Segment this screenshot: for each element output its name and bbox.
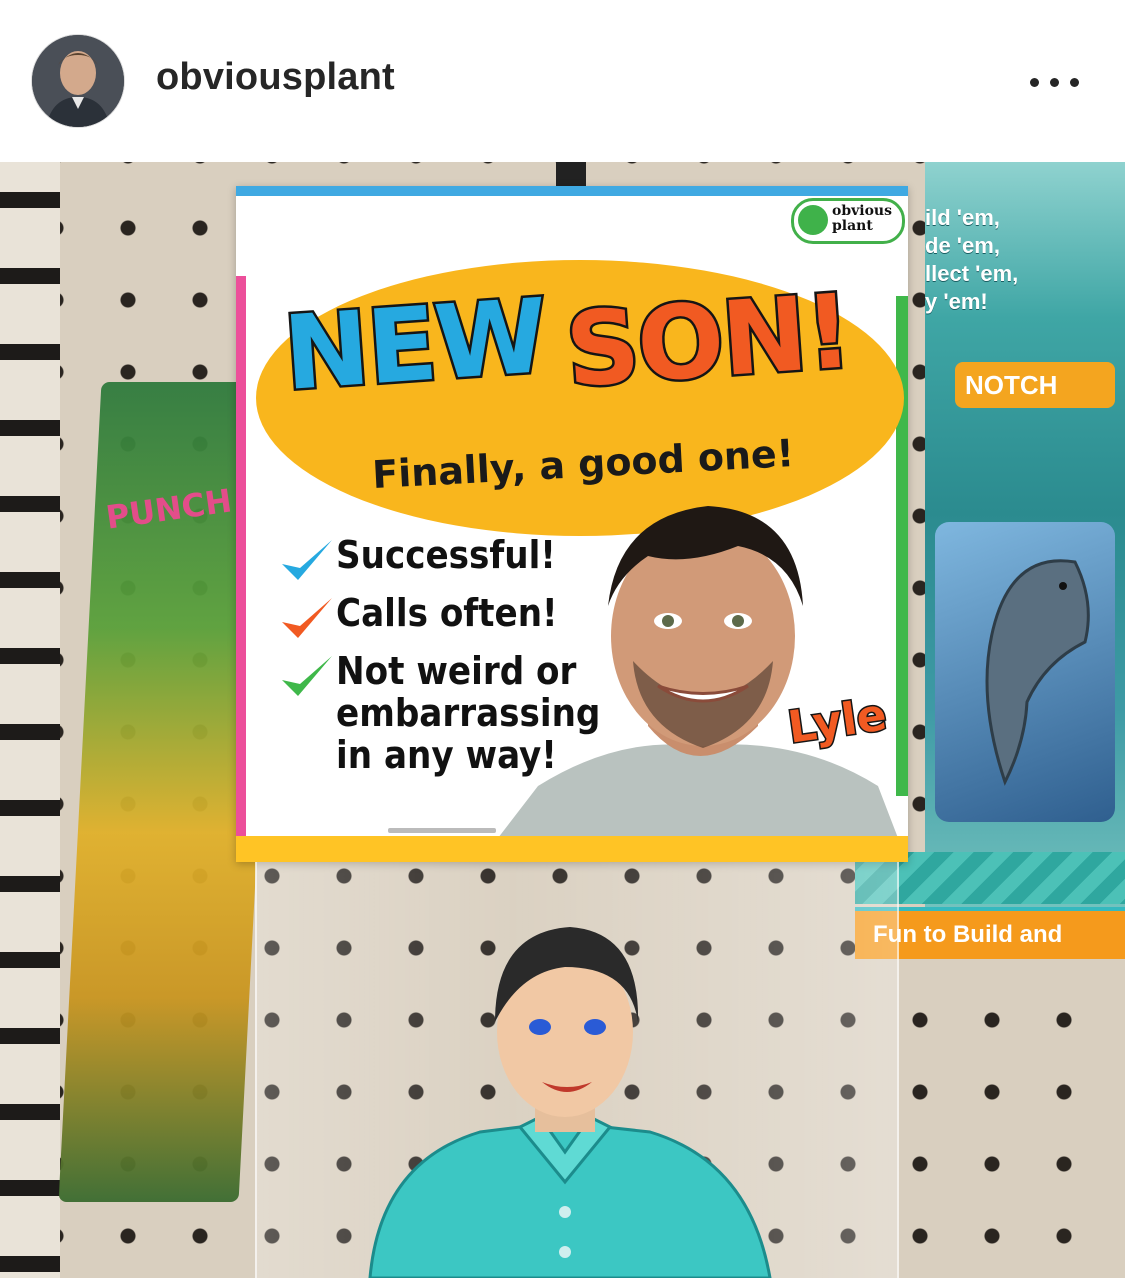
right-package: ild 'em, de 'em, llect 'em, y 'em! NOTCH — [925, 162, 1125, 942]
title-son: SON! — [560, 270, 857, 414]
plant-logo-icon — [798, 205, 828, 235]
obvious-plant-logo: obvious plant — [791, 198, 905, 244]
checklist-item: Not weird or embarrassing in any way! — [278, 650, 618, 776]
title-new: NEW — [278, 275, 552, 417]
dolphin-icon — [985, 559, 1090, 786]
checklist-item: Calls often! — [278, 592, 618, 646]
green-checkmark-icon — [282, 656, 332, 696]
checklist-item-label: Successful! — [336, 533, 556, 577]
staple — [388, 828, 496, 833]
username-link[interactable]: obviousplant — [156, 56, 395, 99]
card-bottom-strip — [236, 836, 908, 862]
action-figure — [368, 927, 772, 1278]
card-top-strip — [236, 186, 908, 196]
right-package-label: NOTCH — [955, 362, 1115, 408]
post-image[interactable]: PUNCH CRITT ild 'em, de 'em, llect 'em, … — [0, 162, 1125, 1278]
logo-text-line-1: obvious — [832, 203, 892, 219]
checklist-item-label: Not weird or embarrassing in any way! — [336, 649, 601, 777]
product-card: obvious plant NEW SON! Finally, a good o… — [236, 186, 908, 862]
avatar-icon[interactable] — [32, 35, 124, 127]
blue-checkmark-icon — [282, 540, 332, 580]
feature-checklist: Successful! Calls often! Not weird or em… — [278, 534, 618, 780]
post-header: obviousplant — [0, 0, 1125, 162]
right-package-text: ild 'em, de 'em, llect 'em, y 'em! — [925, 205, 1019, 314]
card-left-strip — [236, 276, 246, 836]
orange-checkmark-icon — [282, 598, 332, 638]
logo-text-line-2: plant — [832, 218, 873, 234]
more-horizontal-icon[interactable] — [1030, 62, 1084, 102]
shelf-edge — [0, 162, 60, 1278]
checklist-item-label: Calls often! — [336, 591, 558, 635]
checklist-item: Successful! — [278, 534, 618, 588]
